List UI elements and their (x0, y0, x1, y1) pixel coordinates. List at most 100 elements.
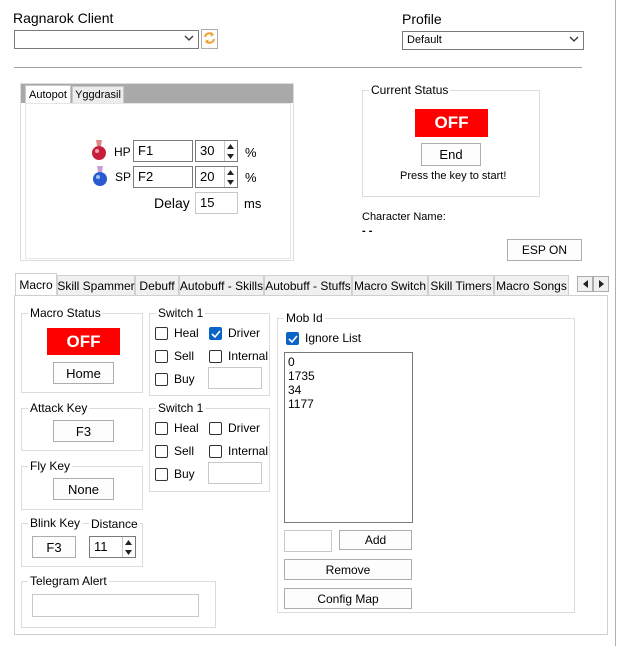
character-name-value: - - (362, 225, 373, 237)
switch2-internal-label: Internal (228, 444, 269, 458)
tab-macro-switch-label: Macro Switch (353, 278, 427, 293)
switch1-driver-checkbox[interactable] (209, 327, 222, 340)
switch1-internal-checkbox[interactable] (209, 350, 222, 363)
hp-potion-icon (90, 138, 108, 165)
switch1-driver-label: Driver (228, 326, 260, 340)
blink-key-title: Blink Key (28, 516, 83, 530)
mob-id-list[interactable]: 0 1735 34 1177 (284, 352, 413, 523)
switch1-sell-label: Sell (174, 349, 195, 363)
end-button[interactable]: End (421, 143, 481, 166)
list-item[interactable]: 34 (288, 383, 409, 397)
distance-stepper[interactable] (122, 537, 134, 557)
add-button[interactable]: Add (339, 530, 412, 550)
tab-scroll-left-button[interactable] (577, 276, 593, 292)
esp-on-button[interactable]: ESP ON (507, 239, 582, 261)
chevron-up-icon[interactable] (225, 167, 236, 177)
switch1-title: Switch 1 (156, 306, 206, 320)
refresh-icon (203, 31, 216, 48)
tab-macro-label: Macro (19, 277, 53, 292)
ignore-list-checkbox[interactable] (286, 332, 299, 345)
switch2-heal-label: Heal (174, 421, 199, 435)
checkmark-icon (288, 335, 298, 344)
chevron-down-icon[interactable] (225, 177, 236, 187)
switch2-key-field[interactable] (208, 462, 262, 484)
switch2-heal-checkbox[interactable] (155, 422, 168, 435)
remove-button[interactable]: Remove (284, 559, 412, 580)
tab-scroll-right-button[interactable] (593, 276, 609, 292)
hp-percent-unit: % (245, 145, 257, 160)
switch2-title: Switch 1 (156, 401, 206, 415)
tab-skill-timers[interactable]: Skill Timers (428, 275, 494, 295)
switch1-sell-checkbox[interactable] (155, 350, 168, 363)
chevron-right-icon (598, 277, 604, 291)
list-item[interactable]: 1735 (288, 369, 409, 383)
switch1-internal-label: Internal (228, 349, 269, 363)
tab-autobuff-skills-label: Autobuff - Skills (179, 278, 264, 293)
chevron-up-icon[interactable] (123, 537, 134, 547)
ignore-list-label: Ignore List (305, 331, 362, 345)
attack-key-title: Attack Key (28, 401, 90, 415)
chevron-up-icon[interactable] (225, 141, 236, 151)
distance-value: 11 (94, 539, 108, 554)
sp-percent-stepper[interactable] (224, 167, 236, 187)
delay-label: Delay (154, 195, 190, 211)
client-label: Ragnarok Client (13, 10, 114, 26)
tab-autobuff-stuffs[interactable]: Autobuff - Stuffs (264, 275, 352, 295)
refresh-button[interactable] (201, 29, 218, 49)
tab-macro-songs[interactable]: Macro Songs (494, 275, 569, 295)
distance-title: Distance (89, 517, 140, 531)
switch2-sell-checkbox[interactable] (155, 445, 168, 458)
fly-key-button[interactable]: None (53, 478, 114, 500)
switch1-key-field[interactable] (208, 367, 262, 389)
delay-field[interactable]: 15 (195, 192, 238, 214)
client-select[interactable] (14, 30, 199, 49)
macro-status-indicator: OFF (47, 328, 120, 355)
home-button[interactable]: Home (53, 362, 114, 384)
hp-percent-stepper[interactable] (224, 141, 236, 161)
switch2-buy-checkbox[interactable] (155, 468, 168, 481)
mob-id-input[interactable] (284, 530, 332, 552)
attack-key-button[interactable]: F3 (53, 420, 114, 442)
tab-autopot-label: Autopot (29, 89, 67, 101)
checkmark-icon (211, 330, 221, 339)
switch1-buy-checkbox[interactable] (155, 373, 168, 386)
tab-autobuff-skills[interactable]: Autobuff - Skills (179, 275, 264, 295)
hp-label: HP (114, 145, 131, 159)
switch2-driver-checkbox[interactable] (209, 422, 222, 435)
tab-skill-timers-label: Skill Timers (430, 278, 492, 293)
list-item[interactable]: 1177 (288, 397, 409, 411)
switch2-internal-checkbox[interactable] (209, 445, 222, 458)
current-status-title: Current Status (369, 83, 451, 97)
chevron-down-icon (184, 32, 194, 47)
status-hint: Press the key to start! (400, 170, 507, 182)
status-off-indicator: OFF (415, 109, 488, 137)
sp-key-field[interactable]: F2 (133, 166, 193, 188)
tab-debuff-label: Debuff (139, 278, 175, 293)
hp-percent-value: 30 (200, 143, 215, 158)
tab-debuff[interactable]: Debuff (135, 275, 179, 295)
tab-skill-spammer[interactable]: Skill Spammer (57, 275, 135, 295)
config-map-button[interactable]: Config Map (284, 588, 412, 609)
profile-select[interactable]: Default (402, 31, 584, 50)
window-right-border (615, 0, 616, 646)
hp-key-field[interactable]: F1 (133, 140, 193, 162)
tab-yggdrasil[interactable]: Yggdrasil (72, 86, 124, 103)
sp-potion-icon (91, 164, 109, 191)
switch2-driver-label: Driver (228, 421, 260, 435)
delay-unit: ms (244, 196, 262, 211)
tab-autopot[interactable]: Autopot (25, 85, 71, 104)
switch2-buy-label: Buy (174, 467, 195, 481)
list-item[interactable]: 0 (288, 355, 409, 369)
tab-macro[interactable]: Macro (15, 273, 57, 295)
telegram-alert-field[interactable] (32, 594, 199, 617)
telegram-alert-title: Telegram Alert (28, 574, 109, 588)
chevron-down-icon[interactable] (123, 547, 134, 557)
profile-label: Profile (402, 11, 442, 27)
header-divider (14, 67, 582, 68)
tab-macro-switch[interactable]: Macro Switch (352, 275, 428, 295)
blink-key-button[interactable]: F3 (32, 536, 76, 558)
chevron-down-icon[interactable] (225, 151, 236, 161)
tab-autobuff-stuffs-label: Autobuff - Stuffs (265, 278, 351, 293)
fly-key-title: Fly Key (28, 459, 73, 473)
switch1-heal-checkbox[interactable] (155, 327, 168, 340)
